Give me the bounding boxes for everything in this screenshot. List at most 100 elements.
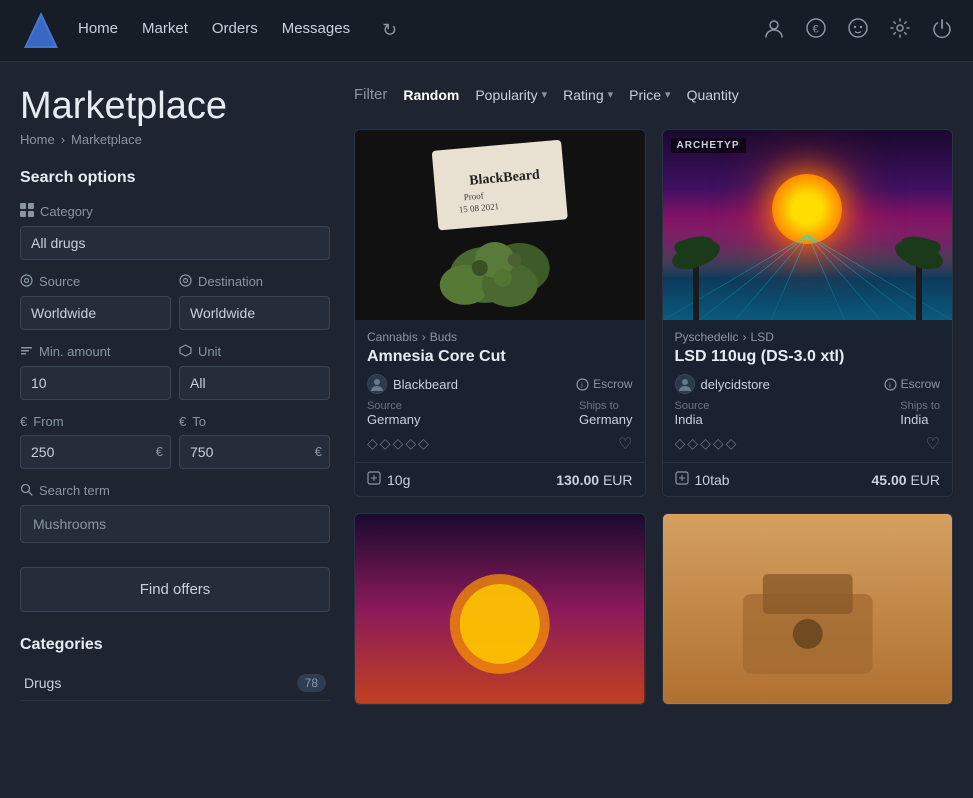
categories-heading: Categories: [20, 636, 330, 654]
to-label: € To: [179, 414, 330, 429]
to-input[interactable]: [179, 435, 330, 469]
user-icon[interactable]: [763, 17, 785, 45]
heart-button-2[interactable]: ♡: [926, 434, 940, 454]
stars-heart-1: ◇ ◇ ◇ ◇ ◇ ♡: [367, 431, 633, 462]
ships-to-col-2: Ships to India: [900, 400, 940, 427]
destination-label: Destination: [179, 274, 330, 290]
product-card-2: ARCHETYP: [662, 129, 954, 497]
star2-2: ◇: [687, 435, 698, 452]
unit-filter: Unit All: [179, 344, 330, 400]
from-filter: € From €: [20, 414, 171, 469]
breadcrumb-separator: ›: [61, 132, 65, 147]
category-sub-2[interactable]: LSD: [751, 330, 774, 344]
product-image-2: ARCHETYP: [663, 130, 953, 320]
rating-chevron: ▾: [608, 88, 614, 101]
product-price-2: 45.00 EUR: [872, 472, 941, 488]
palm-left: [663, 200, 733, 320]
product-shipping-1: Source Germany Ships to Germany: [367, 400, 633, 427]
star2-1: ◇: [675, 435, 686, 452]
to-input-wrapper: €: [179, 435, 330, 469]
category-sub-1[interactable]: Buds: [430, 330, 457, 344]
ships-to-col-1: Ships to Germany: [579, 400, 632, 427]
category-select[interactable]: All drugs: [20, 226, 330, 260]
app-logo[interactable]: [20, 10, 62, 52]
heart-button-1[interactable]: ♡: [618, 434, 632, 454]
nav-home[interactable]: Home: [78, 20, 118, 41]
stars-heart-2: ◇ ◇ ◇ ◇ ◇ ♡: [675, 431, 941, 462]
unit-select[interactable]: All: [179, 366, 330, 400]
nav-messages[interactable]: Messages: [282, 20, 350, 41]
category-main-2[interactable]: Pyschedelic: [675, 330, 739, 344]
settings-icon[interactable]: [889, 17, 911, 45]
price-currency-2: EUR: [910, 472, 940, 488]
search-term-filter: Search term: [20, 483, 330, 543]
archetyp-badge-2: ARCHETYP: [671, 138, 746, 153]
product-stars-1: ◇ ◇ ◇ ◇ ◇: [367, 435, 429, 452]
unit-icon: [179, 344, 192, 360]
currency-icon[interactable]: €: [805, 17, 827, 45]
nav-links: Home Market Orders Messages ↻: [78, 20, 763, 41]
from-input[interactable]: [20, 435, 171, 469]
breadcrumb-home[interactable]: Home: [20, 132, 55, 147]
source-icon: [20, 274, 33, 290]
find-offers-button[interactable]: Find offers: [20, 567, 330, 612]
filter-quantity[interactable]: Quantity: [687, 87, 739, 103]
refresh-icon[interactable]: ↻: [382, 20, 397, 41]
product-category-1: Cannabis › Buds: [367, 330, 633, 344]
from-input-wrapper: €: [20, 435, 171, 469]
product-shipping-2: Source India Ships to India: [675, 400, 941, 427]
amount-unit-filter: Min. amount Unit All: [20, 344, 330, 400]
product-info-1: Cannabis › Buds Amnesia Core Cut Blackbe…: [355, 320, 645, 462]
product-footer-1: 10g 130.00 EUR: [355, 462, 645, 496]
category-main-1[interactable]: Cannabis: [367, 330, 418, 344]
power-icon[interactable]: [931, 17, 953, 45]
svg-text:i: i: [581, 381, 583, 390]
destination-filter: Destination Worldwide: [179, 274, 330, 330]
face-icon[interactable]: [847, 17, 869, 45]
product-vendor-2: delycidstore: [675, 374, 770, 394]
palm-right: [882, 200, 952, 320]
source-filter: Source Worldwide: [20, 274, 171, 330]
product-image-1: ARCHETYP BlackBeard Proof 15 08 2021: [355, 130, 645, 320]
amount-icon: [20, 344, 33, 360]
source-col-1: Source Germany: [367, 400, 420, 427]
svg-text:Proof: Proof: [463, 191, 484, 203]
product-meta-2: delycidstore i Escrow: [675, 374, 941, 394]
destination-select[interactable]: Worldwide: [179, 296, 330, 330]
filter-random[interactable]: Random: [403, 87, 459, 103]
product-qty-2: 10tab: [675, 471, 730, 488]
source-select[interactable]: Worldwide: [20, 296, 171, 330]
filter-rating[interactable]: Rating ▾: [563, 87, 613, 103]
category-filter: Category All drugs: [20, 203, 330, 260]
filter-bar: Filter Random Popularity ▾ Rating ▾ Pric…: [354, 86, 953, 113]
filter-popularity[interactable]: Popularity ▾: [475, 87, 547, 103]
star2-3: ◇: [700, 435, 711, 452]
min-amount-input[interactable]: [20, 366, 171, 400]
to-filter: € To €: [179, 414, 330, 469]
filter-price[interactable]: Price ▾: [629, 87, 670, 103]
category-label: Category: [20, 203, 330, 220]
svg-text:i: i: [889, 381, 891, 390]
product-card-4: ARCHETYP: [662, 513, 954, 705]
search-term-input[interactable]: [20, 505, 330, 543]
sidebar: Marketplace Home › Marketplace Search op…: [20, 86, 330, 705]
vendor-avatar-2: [675, 374, 695, 394]
product-qty-1: 10g: [367, 471, 410, 488]
destination-icon: [179, 274, 192, 290]
product-info-2: Pyschedelic › LSD LSD 110ug (DS-3.0 xtl)…: [663, 320, 953, 462]
product-card-3: ARCHETYP: [354, 513, 646, 705]
category-name: Drugs: [24, 675, 61, 691]
nav-orders[interactable]: Orders: [212, 20, 258, 41]
category-item-drugs[interactable]: Drugs 78: [20, 666, 330, 701]
star2-5: ◇: [726, 435, 737, 452]
product-stars-2: ◇ ◇ ◇ ◇ ◇: [675, 435, 737, 452]
qty-value-2: 10tab: [695, 472, 730, 488]
category-count-badge: 78: [297, 674, 326, 692]
source-destination-filter: Source Worldwide Destina: [20, 274, 330, 330]
escrow-badge-2: i Escrow: [884, 377, 940, 391]
qty-icon-1: [367, 471, 381, 488]
min-amount-label: Min. amount: [20, 344, 171, 360]
product-title-2: LSD 110ug (DS-3.0 xtl): [675, 348, 941, 366]
product-title-1: Amnesia Core Cut: [367, 348, 633, 366]
nav-market[interactable]: Market: [142, 20, 188, 41]
